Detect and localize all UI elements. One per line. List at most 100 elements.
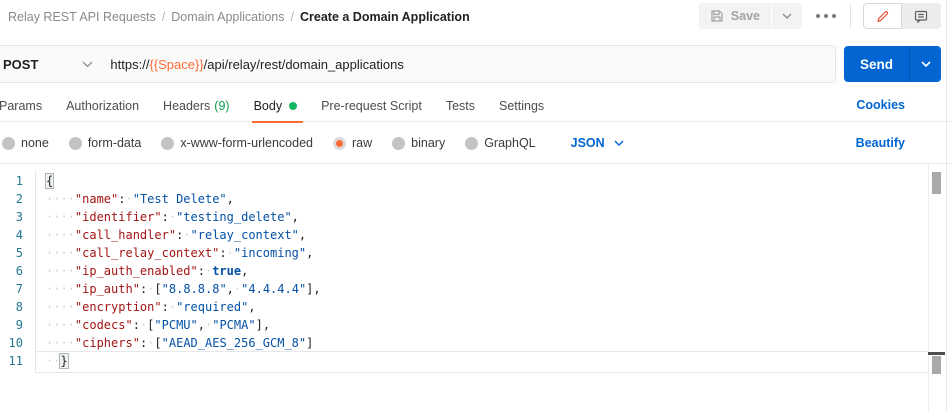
pencil-icon (876, 10, 889, 23)
radio-circle (161, 137, 174, 150)
edit-comment-toggle (863, 3, 941, 29)
radio-form-data[interactable]: form-data (69, 136, 142, 150)
line-content: ····"name":·"Test Delete", (46, 190, 234, 208)
tab-headers[interactable]: Headers (9) (151, 91, 242, 122)
breadcrumb-separator: / (291, 10, 294, 24)
chevron-down-icon (782, 13, 792, 19)
line-content: ····"ip_auth_enabled":·true, (46, 262, 248, 280)
radio-binary[interactable]: binary (392, 136, 445, 150)
radio-x-www-form-urlencoded[interactable]: x-www-form-urlencoded (161, 136, 313, 150)
body-modified-dot (289, 102, 297, 110)
line-content: ····"ip_auth":·["8.8.8.8",·"4.4.4.4"], (46, 280, 321, 298)
line-number: 3 (0, 208, 23, 226)
language-selector[interactable]: JSON (571, 136, 624, 150)
comments-button[interactable] (902, 3, 941, 29)
code-line[interactable]: 8 ····"encryption":·"required", (0, 298, 952, 316)
radio-circle (465, 137, 478, 150)
code-line[interactable]: 6 ····"ip_auth_enabled":·true, (0, 262, 952, 280)
body-type-options: none form-data x-www-form-urlencoded raw… (0, 130, 952, 156)
chevron-down-icon (921, 61, 931, 67)
tab-body[interactable]: Body (242, 91, 310, 122)
code-line[interactable]: 9 ····"codecs":·["PCMU",·"PCMA"], (0, 316, 952, 334)
url-prefix: https:// (110, 57, 149, 72)
more-actions-button[interactable] (816, 14, 836, 18)
code-line[interactable]: 3 ····"identifier":·"testing_delete", (0, 208, 952, 226)
request-url-bar: POST https://{{Space}}/api/relay/rest/do… (0, 45, 836, 83)
line-number: 6 (0, 262, 23, 280)
line-number: 4 (0, 226, 23, 244)
breadcrumb: Relay REST API Requests / Domain Applica… (8, 10, 470, 24)
code-line[interactable]: 7 ····"ip_auth":·["8.8.8.8",·"4.4.4.4"], (0, 280, 952, 298)
line-number: 8 (0, 298, 23, 316)
comment-icon (914, 10, 928, 23)
line-content: ····"call_handler":·"relay_context", (46, 226, 306, 244)
code-line[interactable]: 5 ····"call_relay_context":·"incoming", (0, 244, 952, 262)
method-label: POST (3, 57, 38, 72)
save-options-button[interactable] (772, 3, 802, 29)
language-label: JSON (571, 136, 605, 150)
send-options-button[interactable] (910, 46, 941, 82)
code-line[interactable]: 1{ (0, 172, 952, 190)
line-content: ····"call_relay_context":·"incoming", (46, 244, 313, 262)
edit-mode-button[interactable] (863, 3, 902, 29)
line-number: 9 (0, 316, 23, 334)
breadcrumb-folder[interactable]: Domain Applications (171, 10, 284, 24)
breadcrumb-separator: / (162, 10, 165, 24)
line-content: ····"ciphers":·["AEAD_AES_256_GCM_8"] (46, 334, 313, 352)
headers-count-badge: (9) (214, 99, 229, 113)
url-variable: {{Space}} (149, 57, 203, 72)
cookies-link[interactable]: Cookies (856, 98, 905, 112)
tab-params[interactable]: Params (0, 91, 54, 122)
save-icon (710, 9, 724, 23)
line-content: ··} (46, 352, 68, 370)
breadcrumb-request-title[interactable]: Create a Domain Application (300, 10, 470, 24)
url-input[interactable]: https://{{Space}}/api/relay/rest/domain_… (110, 57, 403, 72)
radio-circle (69, 137, 82, 150)
radio-graphql[interactable]: GraphQL (465, 136, 535, 150)
radio-circle-selected (333, 137, 346, 150)
line-number: 11 (0, 352, 23, 370)
code-lines[interactable]: 1{2····"name":·"Test Delete",3····"ident… (0, 172, 952, 370)
line-number: 10 (0, 334, 23, 352)
line-content: ····"codecs":·["PCMU",·"PCMA"], (46, 316, 270, 334)
line-number: 2 (0, 190, 23, 208)
breadcrumb-collection[interactable]: Relay REST API Requests (8, 10, 156, 24)
tab-pre-request-script[interactable]: Pre-request Script (309, 91, 434, 122)
beautify-link[interactable]: Beautify (856, 136, 905, 150)
scrollbar-track[interactable] (928, 164, 929, 411)
radio-none[interactable]: none (2, 136, 49, 150)
save-button-label: Save (731, 9, 760, 23)
send-button[interactable]: Send (844, 46, 909, 82)
line-number: 7 (0, 280, 23, 298)
code-line[interactable]: 10 ····"ciphers":·["AEAD_AES_256_GCM_8"] (0, 334, 952, 352)
save-button[interactable]: Save (699, 3, 771, 29)
save-button-group: Save (699, 3, 802, 29)
radio-circle (392, 137, 405, 150)
scrollbar-cursor-marker (928, 352, 945, 355)
line-content: { (46, 172, 53, 190)
top-bar-actions: Save (699, 3, 941, 29)
scrollbar-thumb[interactable] (932, 172, 941, 194)
request-tabs: Params Authorization Headers (9) Body Pr… (0, 91, 952, 122)
line-content: ····"identifier":·"testing_delete", (46, 208, 299, 226)
method-selector[interactable]: POST (0, 57, 93, 72)
panel-right-border (946, 0, 947, 411)
line-number: 5 (0, 244, 23, 262)
tab-authorization[interactable]: Authorization (54, 91, 151, 122)
radio-circle (2, 137, 15, 150)
chevron-down-icon (614, 140, 624, 146)
chevron-down-icon (82, 61, 93, 68)
toolbar-divider (850, 4, 851, 28)
radio-raw[interactable]: raw (333, 136, 372, 150)
code-line[interactable]: 4 ····"call_handler":·"relay_context", (0, 226, 952, 244)
tab-settings[interactable]: Settings (487, 91, 556, 122)
tab-tests[interactable]: Tests (434, 91, 487, 122)
body-code-editor[interactable]: 1{2····"name":·"Test Delete",3····"ident… (0, 163, 952, 411)
code-line[interactable]: 2 ····"name":·"Test Delete", (0, 190, 952, 208)
send-button-group: Send (844, 46, 941, 82)
code-line[interactable]: 11 ··} (0, 352, 952, 370)
line-number: 1 (0, 172, 23, 190)
url-path: /api/relay/rest/domain_applications (204, 57, 404, 72)
line-content: ····"encryption":·"required", (46, 298, 256, 316)
scrollbar-thumb[interactable] (932, 356, 941, 374)
